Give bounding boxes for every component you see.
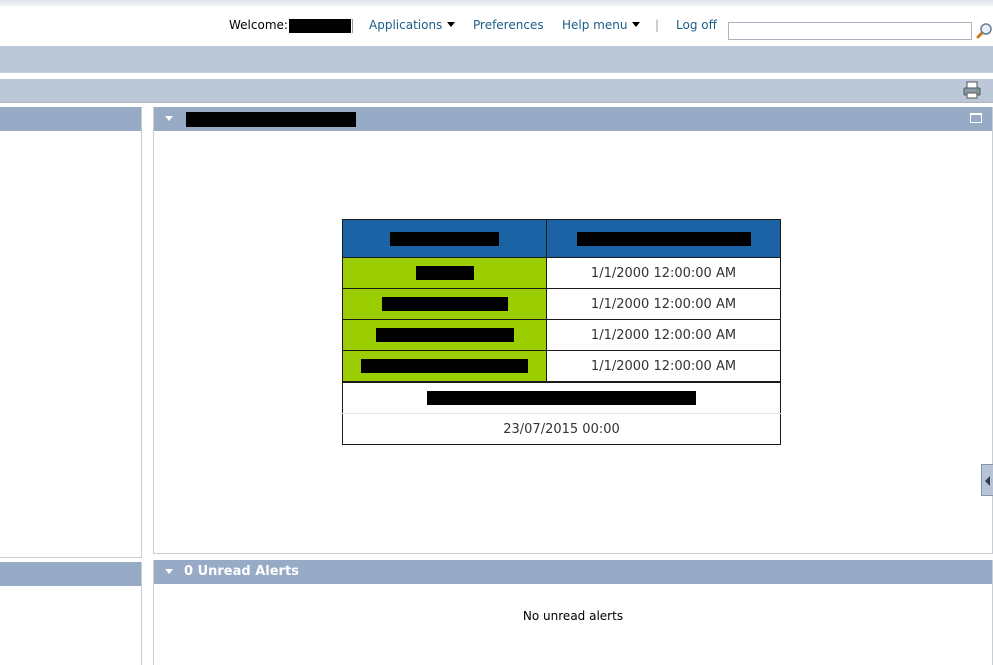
column-header	[546, 219, 781, 258]
caret-down-icon	[447, 22, 456, 27]
column-header	[342, 219, 547, 258]
top-bar: Welcome: Applications Preferences Help m…	[0, 6, 993, 44]
triangle-down-icon[interactable]	[165, 116, 173, 121]
triangle-down-icon[interactable]	[165, 569, 173, 574]
alerts-panel: 0 Unread Alerts No unread alerts	[153, 560, 993, 665]
caret-down-icon	[632, 22, 641, 27]
maximize-icon[interactable]	[970, 113, 982, 123]
nav-separator: |	[655, 18, 660, 32]
status-table: 1/1/2000 12:00:00 AM 1/1/2000 12:00:00 A…	[342, 219, 781, 445]
toolbar-band	[0, 79, 993, 103]
main-panel: 1/1/2000 12:00:00 AM 1/1/2000 12:00:00 A…	[153, 107, 993, 554]
left-panel-header[interactable]	[0, 562, 141, 586]
table-footer-date-row: 23/07/2015 00:00	[342, 413, 781, 445]
table-header-row	[342, 219, 781, 258]
log-off-link[interactable]: Log off	[676, 18, 717, 32]
welcome-text: Welcome:	[229, 18, 353, 33]
redacted-panel-title	[186, 112, 356, 127]
table-row: 1/1/2000 12:00:00 AM	[342, 257, 781, 289]
footer-label-cell	[342, 381, 781, 414]
redacted-username	[288, 18, 351, 33]
name-cell	[342, 288, 547, 320]
name-cell	[342, 350, 547, 383]
left-panel-bottom	[0, 562, 142, 665]
time-cell: 1/1/2000 12:00:00 AM	[546, 288, 781, 320]
arrow-left-icon	[985, 476, 990, 486]
name-cell	[342, 257, 547, 289]
time-cell: 1/1/2000 12:00:00 AM	[546, 319, 781, 351]
applications-menu[interactable]: Applications	[369, 18, 456, 32]
footer-date-cell: 23/07/2015 00:00	[342, 413, 781, 445]
side-collapse-handle[interactable]	[981, 464, 993, 496]
left-panel-top	[0, 107, 142, 558]
search-input[interactable]	[728, 22, 972, 40]
navigation-band	[0, 46, 993, 72]
preferences-link[interactable]: Preferences	[473, 18, 544, 32]
name-cell	[342, 319, 547, 351]
table-row: 1/1/2000 12:00:00 AM	[342, 288, 781, 320]
main-panel-header	[154, 107, 992, 131]
table-row: 1/1/2000 12:00:00 AM	[342, 319, 781, 351]
alerts-panel-header: 0 Unread Alerts	[154, 560, 992, 584]
table-footer-label-row	[342, 381, 781, 414]
table-row: 1/1/2000 12:00:00 AM	[342, 350, 781, 383]
printer-icon[interactable]	[962, 81, 982, 99]
no-alerts-message: No unread alerts	[522, 609, 624, 623]
magnifier-icon[interactable]	[976, 22, 992, 40]
left-panel-header[interactable]	[0, 107, 141, 131]
alerts-panel-title: 0 Unread Alerts	[184, 564, 299, 579]
time-cell: 1/1/2000 12:00:00 AM	[546, 257, 781, 289]
time-cell: 1/1/2000 12:00:00 AM	[546, 350, 781, 383]
help-menu[interactable]: Help menu	[562, 18, 641, 32]
